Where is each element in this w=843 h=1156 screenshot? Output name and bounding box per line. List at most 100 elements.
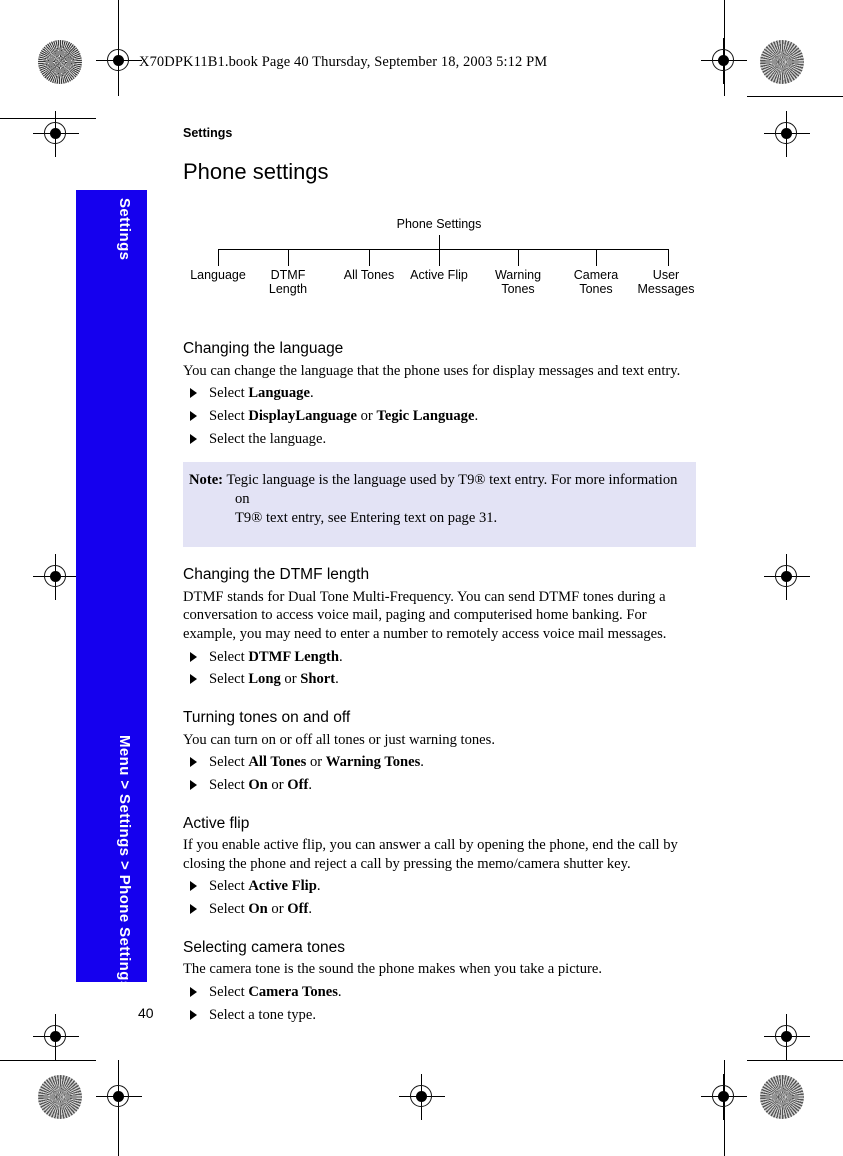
step-text-bold1: Language: [248, 385, 310, 402]
section-intro: You can change the language that the pho…: [183, 362, 681, 379]
step-text-bold1: Active Flip: [248, 878, 317, 895]
section-heading: Changing the DTMF length: [183, 566, 370, 584]
step-list: Select Camera Tones. Select a tone type.: [183, 981, 696, 1026]
step-text-pre: Select: [209, 408, 249, 425]
tree-leaf-warning-tones: Warning Tones: [495, 268, 541, 296]
list-item: Select Camera Tones.: [183, 981, 696, 1004]
menu-tree-diagram: Phone Settings Language DTMF Length All …: [183, 184, 696, 309]
star-target-bottom-right: [760, 1075, 804, 1119]
list-item: Select a tone type.: [183, 1004, 696, 1027]
step-list: Select DTMF Length. Select Long or Short…: [183, 646, 696, 691]
bullet-triangle-icon: [190, 1009, 197, 1020]
tree-leaf-line1: All Tones: [343, 268, 395, 283]
list-item: Select the language.: [183, 428, 696, 451]
step-list: Select Language. Select DisplayLanguage …: [183, 382, 696, 450]
tree-leaf-line1: Camera: [573, 268, 619, 283]
step-text-bold2: Warning Tones: [325, 754, 421, 771]
note-label: Note:: [189, 472, 224, 489]
section-turning-tones-on-and-off: Turning tones on and off You can turn on…: [183, 709, 696, 796]
step-list: Select Active Flip. Select On or Off.: [183, 875, 696, 920]
tree-branch-drop-3: [369, 249, 370, 267]
step-text-pre: Select: [209, 878, 249, 895]
star-target-top-right: [760, 40, 804, 84]
tree-leaf-line1: DTMF: [270, 268, 306, 283]
section-intro: The camera tone is the sound the phone m…: [183, 961, 603, 978]
list-item: Select Long or Short.: [183, 668, 696, 691]
step-text-mid: or: [267, 901, 288, 918]
step-text-pre: Select the language.: [209, 430, 327, 447]
registration-mark-bottom-left: [96, 1074, 142, 1120]
section-intro: DTMF stands for Dual Tone Multi-Frequenc…: [183, 588, 667, 643]
tree-leaf-line2: Messages: [637, 282, 695, 297]
document-page: X70DPK11B1.book Page 40 Thursday, Septem…: [0, 0, 843, 1156]
tree-branch-drop-7: [668, 249, 669, 267]
bullet-triangle-icon: [190, 881, 197, 892]
section-heading: Changing the language: [183, 340, 344, 358]
tree-leaf-line1: Warning: [494, 268, 542, 283]
step-text-bold1: On: [248, 776, 268, 793]
bullet-triangle-icon: [190, 757, 197, 768]
bullet-triangle-icon: [190, 674, 197, 685]
section-changing-the-dtmf-length: Changing the DTMF length DTMF stands for…: [183, 566, 696, 691]
tree-connector-bar: [218, 249, 669, 251]
bullet-triangle-icon: [190, 388, 197, 399]
step-list: Select All Tones or Warning Tones. Selec…: [183, 751, 696, 796]
running-head: Settings: [183, 126, 233, 140]
registration-mark-left-upper: [33, 111, 79, 157]
tree-leaf-user-messages: User Messages: [638, 268, 695, 296]
list-item: Select All Tones or Warning Tones.: [183, 751, 696, 774]
step-text-mid: or: [306, 754, 326, 771]
crop-line-bottom-left-horizontal: [0, 1060, 96, 1061]
bullet-triangle-icon: [190, 433, 197, 444]
tree-leaf-line2: Tones: [579, 282, 613, 297]
step-text-bold2: Tegic Language: [376, 408, 475, 425]
step-text-post: .: [420, 754, 424, 771]
step-text-pre: Select: [209, 901, 249, 918]
step-text-post: .: [474, 408, 479, 425]
registration-mark-right-upper: [764, 111, 810, 157]
step-text-pre: Select: [209, 776, 249, 793]
side-tab-chapter-label: Settings: [116, 198, 133, 261]
tree-leaf-camera-tones: Camera Tones: [574, 268, 618, 296]
registration-mark-left-middle: [33, 554, 79, 600]
registration-mark-top-left: [96, 38, 142, 84]
step-text-bold1: Camera Tones: [248, 983, 338, 1000]
step-text-post: .: [335, 671, 339, 688]
tree-leaf-line2: Tones: [501, 282, 535, 297]
list-item: Select Language.: [183, 382, 696, 405]
step-text-mid: or: [267, 776, 288, 793]
step-text-bold1: DTMF Length: [248, 648, 339, 665]
note-line-2: T9® text entry, see Entering text on pag…: [189, 509, 686, 528]
note-line-1: Note: Tegic language is the language use…: [189, 471, 686, 509]
tree-root-label: Phone Settings: [396, 217, 482, 232]
bullet-triangle-icon: [190, 651, 197, 662]
step-text-bold1: Long: [248, 671, 281, 688]
step-text-bold2: Off: [287, 776, 309, 793]
step-text-post: .: [316, 878, 321, 895]
content-column: Phone settings Phone Settings Language D…: [183, 159, 696, 1026]
list-item: Select DTMF Length.: [183, 646, 696, 669]
page-title: Phone settings: [183, 159, 329, 184]
page-number: 40: [138, 1005, 154, 1021]
note-text-line1: Tegic language is the language used by T…: [226, 472, 678, 508]
registration-mark-left-lower: [33, 1014, 79, 1060]
step-text-bold1: All Tones: [248, 754, 307, 771]
step-text-pre: Select: [209, 983, 249, 1000]
section-intro: If you enable active flip, you can answe…: [183, 837, 678, 872]
step-text-pre: Select: [209, 754, 249, 771]
side-tab-breadcrumb: Menu > Settings > Phone Settings: [116, 735, 133, 990]
tree-root-stem: [439, 235, 440, 250]
step-text-post: .: [308, 901, 312, 918]
section-intro: You can turn on or off all tones or just…: [183, 731, 495, 748]
step-text-post: .: [338, 648, 343, 665]
crop-line-bottom-right-horizontal: [747, 1060, 843, 1061]
note-callout: Note: Tegic language is the language use…: [183, 462, 696, 548]
bullet-triangle-icon: [190, 904, 197, 915]
step-text-post: .: [337, 983, 342, 1000]
tree-leaf-line1: Language: [190, 268, 246, 283]
star-target-top-left: [38, 40, 82, 84]
list-item: Select DisplayLanguage or Tegic Language…: [183, 405, 696, 428]
step-text-mid: or: [356, 408, 377, 425]
registration-mark-right-middle: [764, 554, 810, 600]
tree-leaf-line1: Active Flip: [410, 268, 468, 283]
